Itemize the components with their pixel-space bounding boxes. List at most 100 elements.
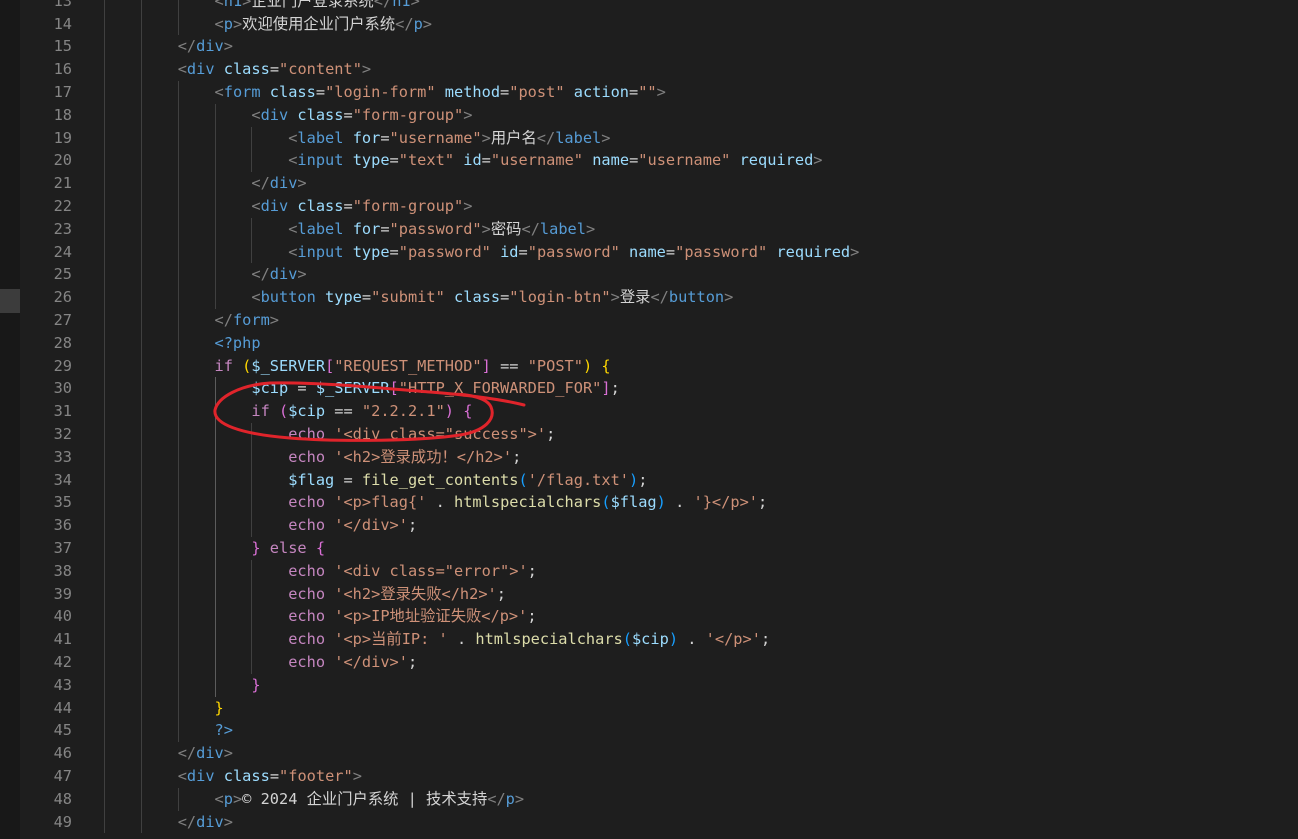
- code-token: </: [177, 812, 197, 831]
- code-line[interactable]: 45 ?>: [0, 719, 1298, 743]
- indent-guide: [177, 81, 179, 104]
- code-line[interactable]: 37 } else {: [0, 536, 1298, 560]
- code-line[interactable]: 43 }: [0, 673, 1298, 697]
- code-token: ]: [601, 379, 611, 398]
- code-line[interactable]: 25 </div>: [0, 263, 1298, 287]
- code-token: ?>: [214, 721, 233, 740]
- code-line[interactable]: 26 <button type="submit" class="login-bt…: [0, 286, 1298, 309]
- code-line[interactable]: 31 if ($cip == "2.2.2.1") {: [0, 400, 1298, 423]
- code-line[interactable]: 42 echo '</div>';: [0, 650, 1298, 674]
- code-token: "HTTP_X_FORWARDED_FOR": [398, 379, 602, 398]
- indent-guide: [251, 445, 253, 469]
- indent-guide: [251, 491, 253, 515]
- code-line[interactable]: 36 echo '</div>';: [0, 514, 1298, 537]
- code-line[interactable]: 48 <p>© 2024 企业门户系统 | 技术支持</p>: [0, 787, 1298, 811]
- code-text: echo '<h2>登录失败</h2>';: [104, 582, 506, 606]
- code-token: 密码: [490, 219, 522, 238]
- code-token: <: [214, 789, 224, 808]
- code-token: '</div>': [334, 652, 408, 671]
- code-token: button: [668, 288, 725, 307]
- code-token: p: [413, 14, 423, 33]
- indent-guide: [104, 377, 105, 401]
- code-token: '<h2>登录失败</h2>': [334, 584, 497, 603]
- code-token: >: [297, 265, 307, 284]
- line-number: 18: [53, 105, 72, 124]
- code-token: $_SERVER: [251, 356, 326, 375]
- code-line[interactable]: 35 echo '<p>flag{' . htmlspecialchars($f…: [0, 491, 1298, 515]
- indent-guide: [251, 605, 253, 629]
- code-token: <: [177, 766, 187, 785]
- code-line[interactable]: 41 echo '<p>当前IP: ' . htmlspecialchars($…: [0, 628, 1298, 651]
- code-line[interactable]: 15 </div>: [0, 35, 1298, 59]
- code-text: </form>: [104, 308, 279, 332]
- code-text: <p>欢迎使用企业门户系统</p>: [104, 12, 433, 36]
- code-text: echo '<p>当前IP: ' . htmlspecialchars($cip…: [104, 628, 770, 651]
- code-token: >: [232, 14, 243, 33]
- code-line[interactable]: 28 <?php: [0, 331, 1298, 355]
- code-token: =: [334, 470, 362, 489]
- code-token: >: [463, 105, 473, 124]
- code-token: =: [518, 242, 528, 261]
- code-line[interactable]: 21 </div>: [0, 172, 1298, 195]
- code-line[interactable]: 14 <p>欢迎使用企业门户系统</p>: [0, 12, 1298, 36]
- code-line[interactable]: 24 <input type="password" id="password" …: [0, 240, 1298, 264]
- code-line[interactable]: 49 </div>: [0, 810, 1298, 834]
- code-line[interactable]: 46 </div>: [0, 742, 1298, 765]
- code-token: =: [361, 288, 372, 307]
- line-number: 15: [53, 37, 72, 56]
- code-line[interactable]: 34 $flag = file_get_contents('/flag.txt'…: [0, 468, 1298, 492]
- code-line[interactable]: 39 echo '<h2>登录失败</h2>';: [0, 582, 1298, 606]
- indent-guide: [104, 650, 105, 674]
- code-line[interactable]: 22 <div class="form-group">: [0, 194, 1298, 218]
- code-line[interactable]: 16 <div class="content">: [0, 58, 1298, 81]
- code-token: ;: [407, 516, 418, 535]
- code-line[interactable]: 19 <label for="username">用户名</label>: [0, 126, 1298, 150]
- code-text: $flag = file_get_contents('/flag.txt');: [104, 468, 647, 492]
- code-token: 用户名: [490, 128, 537, 147]
- code-line[interactable]: 27 </form>: [0, 308, 1298, 332]
- code-line[interactable]: 38 echo '<div class="error">';: [0, 559, 1298, 583]
- indent-guide: [140, 445, 142, 469]
- indent-guide: [177, 445, 179, 469]
- code-token: {: [463, 402, 473, 421]
- code-token: ;: [757, 493, 768, 512]
- code-token: >: [724, 288, 734, 307]
- code-line[interactable]: 18 <div class="form-group">: [0, 103, 1298, 127]
- code-token: h1: [223, 0, 243, 10]
- code-line[interactable]: 13 <h1>企业门户登录系统</h1>: [0, 0, 1298, 13]
- code-token: ;: [496, 584, 506, 603]
- code-token: div: [269, 174, 298, 193]
- code-editor[interactable]: 13 <h1>企业门户登录系统</h1> 14 <p>欢迎使用企业门户系统</p>…: [0, 0, 1298, 839]
- indent-guide: [214, 103, 216, 127]
- code-token: name: [619, 242, 666, 261]
- code-line[interactable]: 40 echo '<p>IP地址验证失败</p>';: [0, 605, 1298, 629]
- code-line[interactable]: 17 <form class="login-form" method="post…: [0, 81, 1298, 104]
- code-text: echo '</div>';: [104, 650, 417, 674]
- code-line[interactable]: 20 <input type="text" id="username" name…: [0, 149, 1298, 173]
- indent-guide: [251, 650, 253, 674]
- code-token: >: [422, 14, 433, 33]
- code-line[interactable]: 47 <div class="footer">: [0, 764, 1298, 788]
- code-token: required: [767, 242, 851, 261]
- code-line[interactable]: 23 <label for="password">密码</label>: [0, 217, 1298, 241]
- code-token: </: [251, 265, 270, 284]
- code-line[interactable]: 44 }: [0, 696, 1298, 720]
- indent-guide: [104, 81, 105, 104]
- indent-guide: [177, 286, 179, 309]
- code-line[interactable]: 29 if ($_SERVER["REQUEST_METHOD"] == "PO…: [0, 354, 1298, 378]
- code-token: id: [454, 151, 482, 170]
- code-line[interactable]: 30 $cip = $_SERVER["HTTP_X_FORWARDED_FOR…: [0, 377, 1298, 401]
- code-line[interactable]: 32 echo '<div class="success">';: [0, 422, 1298, 446]
- code-line[interactable]: 33 echo '<h2>登录成功！</h2>';: [0, 445, 1298, 469]
- line-number: 46: [53, 744, 72, 763]
- code-text: <input type="password" id="password" nam…: [104, 240, 859, 264]
- code-token: "login-btn": [509, 288, 611, 307]
- indent-guide: [177, 149, 179, 173]
